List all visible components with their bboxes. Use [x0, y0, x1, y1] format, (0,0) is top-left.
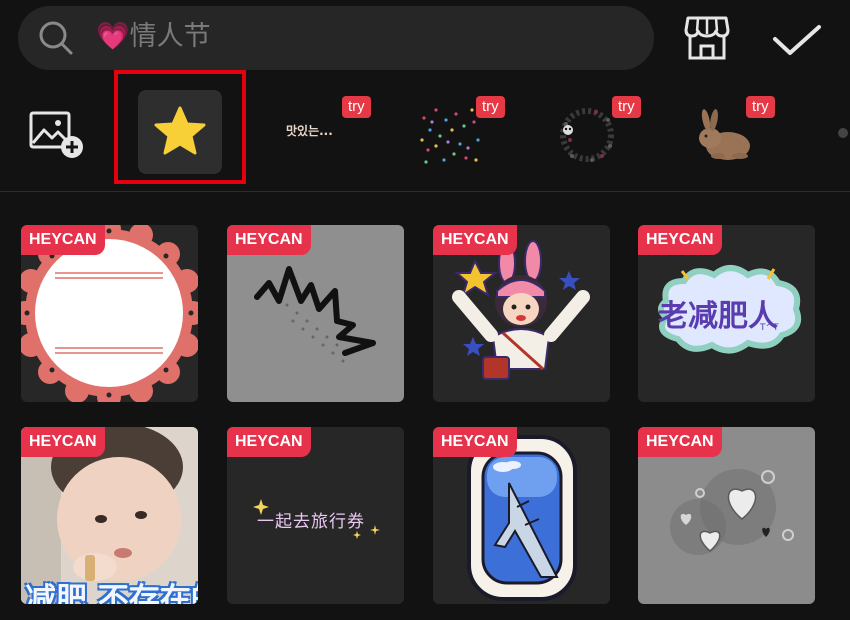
search-input[interactable]: 💗情人节 — [96, 14, 211, 60]
heycan-badge: HEYCAN — [638, 427, 722, 457]
sticker-tile-bunny-girl[interactable]: HEYCAN — [433, 225, 610, 402]
image-add-icon[interactable] — [28, 110, 86, 160]
sticker-tile-baby-meme[interactable]: HEYCAN 减肥 不存在的 — [21, 427, 198, 604]
tab-favorites[interactable] — [138, 90, 222, 174]
search-icon — [39, 21, 73, 55]
sticker-tile-airplane-window[interactable]: HEYCAN — [433, 427, 610, 604]
star-icon — [154, 106, 206, 155]
try-badge: try — [612, 96, 641, 118]
heart-emoji: 💗 — [96, 21, 130, 52]
sticker-subcaption: T^T — [760, 323, 779, 333]
sticker-tile-travel-together[interactable]: HEYCAN 一起去旅行券 — [227, 427, 404, 604]
heycan-badge: HEYCAN — [638, 225, 722, 255]
sticker-tile-old-fat-person[interactable]: HEYCAN 老减肥人 T^T — [638, 225, 815, 402]
heycan-badge: HEYCAN — [21, 225, 105, 255]
sticker-tile-scalloped-frame[interactable]: HEYCAN — [21, 225, 198, 402]
checkmark-icon[interactable] — [772, 24, 822, 56]
category-bar: 맛있는... try try try try — [0, 70, 850, 190]
try-badge: try — [476, 96, 505, 118]
divider — [0, 191, 850, 192]
korean-sticker-preview: 맛있는... — [286, 124, 333, 138]
sticker-tile-smoky-hearts[interactable]: HEYCAN — [638, 427, 815, 604]
sticker-caption: 减肥 不存在的 — [25, 582, 198, 604]
store-icon[interactable] — [684, 16, 730, 60]
search-placeholder: 情人节 — [129, 21, 211, 52]
heycan-badge: HEYCAN — [227, 225, 311, 255]
heycan-badge: HEYCAN — [433, 225, 517, 255]
more-categories-dot — [838, 128, 848, 138]
heycan-badge: HEYCAN — [433, 427, 517, 457]
sticker-caption: 一起去旅行券 — [257, 512, 365, 532]
try-badge: try — [746, 96, 775, 118]
heycan-badge: HEYCAN — [21, 427, 105, 457]
try-badge: try — [342, 96, 371, 118]
heycan-badge: HEYCAN — [227, 427, 311, 457]
sticker-tile-scribble-zigzag[interactable]: HEYCAN — [227, 225, 404, 402]
